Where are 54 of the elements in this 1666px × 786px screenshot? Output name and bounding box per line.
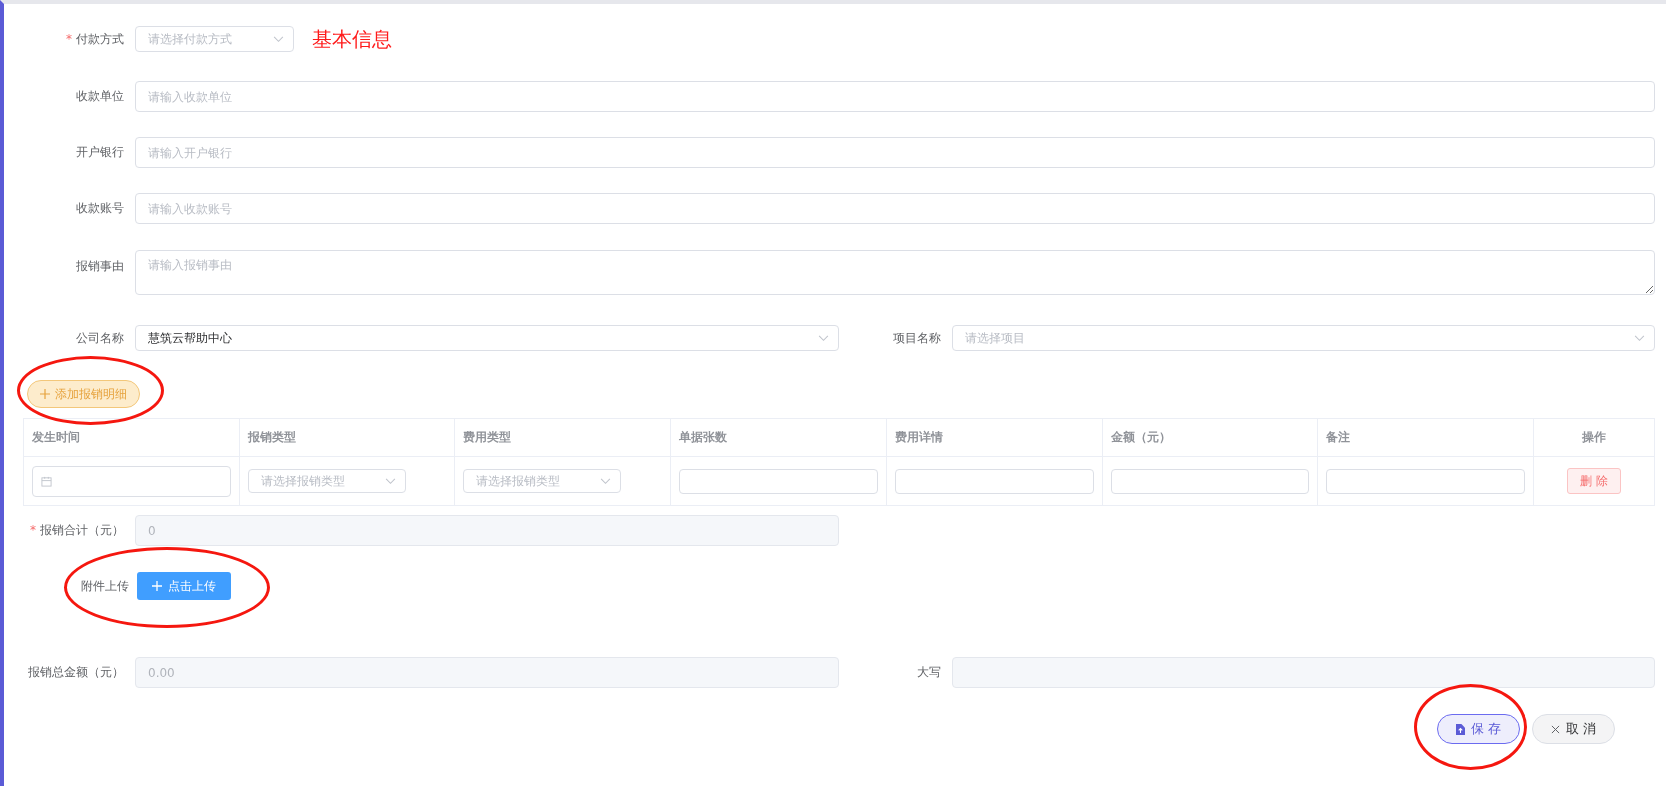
- plus-icon: [40, 389, 50, 399]
- field-label: 大写: [916, 664, 941, 681]
- input-field[interactable]: 请输入收款单位: [135, 81, 1655, 112]
- required-asterisk: *: [30, 523, 36, 537]
- plus-icon: [152, 581, 162, 591]
- chevron-down-icon: [818, 335, 829, 342]
- close-icon: [1550, 724, 1560, 734]
- calendar-icon: [41, 475, 52, 487]
- input-field[interactable]: 请输入收款账号: [135, 193, 1655, 224]
- text-area[interactable]: 请输入报销事由: [135, 250, 1655, 295]
- column-header: 报销类型: [247, 430, 296, 444]
- section-title: 基本信息: [312, 25, 392, 53]
- chevron-down-icon: [384, 478, 396, 485]
- input-field[interactable]: [952, 657, 1655, 688]
- column-header: 发生时间: [32, 430, 80, 444]
- select-field[interactable]: 请选择报销类型: [247, 469, 406, 493]
- date-field[interactable]: [32, 465, 231, 497]
- field-label: 报销合计（元）: [40, 523, 124, 537]
- field-label: 收款账号: [75, 200, 124, 217]
- field-label: 付款方式: [76, 31, 124, 46]
- chevron-down-icon: [273, 36, 284, 43]
- add-detail-button[interactable]: 添加报销明细: [27, 380, 140, 408]
- input-field[interactable]: [1110, 468, 1310, 494]
- delete-button[interactable]: 删 除: [1567, 468, 1621, 494]
- field-label: 公司名称: [75, 329, 124, 347]
- input-field[interactable]: 请输入开户银行: [135, 137, 1655, 168]
- chevron-down-icon: [600, 478, 612, 485]
- column-header: 备注: [1326, 430, 1351, 444]
- cancel-button[interactable]: 取 消: [1531, 714, 1615, 744]
- upload-button[interactable]: 点击上传: [137, 572, 231, 600]
- select-field[interactable]: 请选择报销类型: [463, 469, 622, 493]
- input-field[interactable]: [1326, 468, 1525, 494]
- select-field[interactable]: 请选择项目: [952, 325, 1655, 351]
- select-field[interactable]: 请选择付款方式: [135, 26, 294, 52]
- document-icon: [1455, 723, 1465, 735]
- column-header: 金额（元）: [1110, 430, 1171, 444]
- save-button[interactable]: 保 存: [1436, 714, 1520, 744]
- field-label: 报销总金额（元）: [27, 664, 124, 681]
- required-asterisk: *: [66, 31, 72, 46]
- column-header: 费用类型: [463, 430, 512, 444]
- field-label: 附件上传: [81, 577, 129, 595]
- input-field[interactable]: [679, 468, 878, 494]
- input-field[interactable]: 0.00: [135, 657, 839, 688]
- column-header: 费用详情: [894, 430, 943, 444]
- field-label: 项目名称: [892, 329, 941, 347]
- column-header: 操作: [1582, 430, 1606, 444]
- column-header: 单据张数: [679, 430, 728, 444]
- select-field[interactable]: 慧筑云帮助中心: [135, 325, 839, 351]
- chevron-down-icon: [1634, 335, 1645, 342]
- field-label: 报销事由: [75, 258, 124, 275]
- field-label: 收款单位: [75, 88, 124, 105]
- input-field[interactable]: 0: [135, 515, 839, 546]
- input-field[interactable]: [894, 468, 1094, 494]
- field-label: 开户银行: [75, 144, 124, 161]
